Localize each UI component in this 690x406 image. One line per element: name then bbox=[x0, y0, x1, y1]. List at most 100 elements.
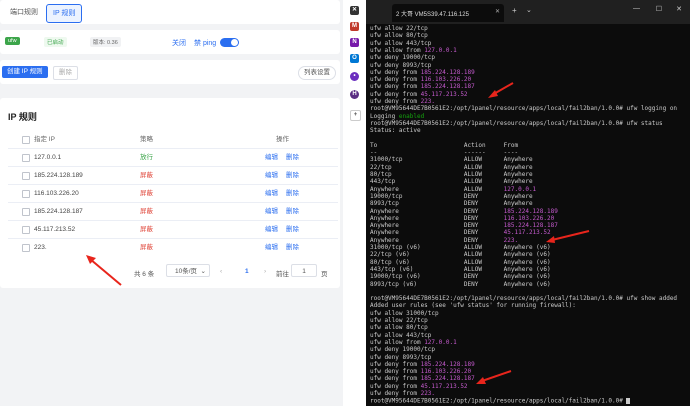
tab-dropdown-icon[interactable]: ⌄ bbox=[526, 6, 532, 14]
h-icon[interactable]: H bbox=[350, 90, 359, 99]
close-tab-icon[interactable]: ✕ bbox=[495, 8, 500, 15]
terminal-text: Anywhere DENY bbox=[370, 236, 504, 244]
page-size-select[interactable]: 10条/页 ⌄ bbox=[166, 264, 210, 277]
terminal-text: 443/tcp ALLOW Anywhere bbox=[370, 178, 533, 186]
terminal-text: Logging bbox=[370, 112, 399, 120]
add-icon[interactable]: + bbox=[350, 110, 361, 121]
terminal-text: 8993/tcp DENY Anywhere bbox=[370, 200, 533, 208]
annotation-arrow-left bbox=[86, 255, 122, 286]
cell-policy[interactable]: 屏蔽 bbox=[140, 239, 153, 257]
create-ip-rule-button[interactable]: 创建 IP 规则 bbox=[2, 66, 48, 78]
cell-policy[interactable]: 屏蔽 bbox=[140, 185, 153, 203]
x-icon[interactable]: ✕ bbox=[350, 6, 359, 15]
table-row: 116.103.226.20 屏蔽 编辑 删除 bbox=[8, 184, 338, 203]
edit-link[interactable]: 编辑 bbox=[265, 149, 278, 167]
annotation-arrow-terminal-1 bbox=[488, 82, 514, 98]
version-label: 版本: 0.36 bbox=[90, 37, 121, 47]
cell-policy[interactable]: 屏蔽 bbox=[140, 167, 153, 185]
cell-ip: 185.224.128.187 bbox=[34, 208, 83, 215]
cell-policy[interactable]: 放行 bbox=[140, 149, 153, 167]
delete-link[interactable]: 删除 bbox=[286, 221, 299, 239]
row-checkbox[interactable] bbox=[22, 154, 30, 162]
table-row: 223. 屏蔽 编辑 删除 bbox=[8, 238, 338, 257]
terminal-text: ufw deny from bbox=[370, 98, 421, 105]
new-tab-icon[interactable]: + bbox=[512, 6, 517, 15]
terminal-titlebar: 2 大哥 VM5S39.47.116.125 ✕ + ⌄ — ☐ ✕ bbox=[366, 0, 690, 24]
terminal-text: Anywhere DENY bbox=[370, 214, 504, 222]
cell-policy[interactable]: 屏蔽 bbox=[140, 203, 153, 221]
minimize-icon[interactable]: — bbox=[633, 5, 640, 12]
terminal-text: ufw deny from bbox=[370, 368, 421, 376]
goto-page-input[interactable]: 1 bbox=[291, 264, 317, 277]
edit-link[interactable]: 编辑 bbox=[265, 185, 278, 203]
row-checkbox[interactable] bbox=[22, 172, 30, 180]
list-settings-button[interactable]: 列表设置 bbox=[298, 66, 336, 80]
terminal-text: 185.224.128.187 bbox=[420, 83, 475, 91]
close-firewall-link[interactable]: 关闭 bbox=[172, 38, 186, 48]
maximize-icon[interactable]: ☐ bbox=[656, 5, 662, 13]
ufw-badge: ufw bbox=[5, 37, 20, 45]
header-actions: 操作 bbox=[276, 136, 289, 143]
terminal-line: root@VM95644DE7B0561E2:/opt/1panel/resou… bbox=[370, 398, 631, 405]
terminal-text: ufw allow from bbox=[370, 46, 425, 54]
edit-link[interactable]: 编辑 bbox=[265, 203, 278, 221]
prev-page-icon[interactable]: ‹ bbox=[220, 268, 222, 275]
next-page-icon[interactable]: › bbox=[264, 268, 266, 275]
cursor bbox=[626, 398, 631, 405]
annotation-arrow-terminal-2 bbox=[546, 230, 590, 243]
terminal-text: Anywhere DENY bbox=[370, 229, 504, 237]
current-page[interactable]: 1 bbox=[245, 268, 249, 275]
terminal-text: enabled bbox=[398, 112, 425, 120]
ping-toggle[interactable] bbox=[220, 38, 239, 47]
tab-port-rules[interactable]: 端口规则 bbox=[4, 4, 44, 21]
delete-link[interactable]: 删除 bbox=[286, 167, 299, 185]
delete-link[interactable]: 删除 bbox=[286, 203, 299, 221]
terminal-text: 185.224.128.187 bbox=[420, 375, 475, 383]
edit-link[interactable]: 编辑 bbox=[265, 167, 278, 185]
terminal-text: ufw deny 8993/tcp bbox=[370, 353, 432, 361]
terminal-text: root@VM95644DE7B0561E2:/opt/1panel/resou… bbox=[370, 119, 663, 127]
terminal-text: 19000/tcp DENY Anywhere bbox=[370, 192, 533, 200]
onenote-icon[interactable]: N bbox=[350, 38, 359, 47]
total-count: 共 6 条 bbox=[134, 271, 155, 278]
terminal-text: Anywhere DENY bbox=[370, 207, 504, 215]
terminal-text: 22/tcp (v6) ALLOW Anywhere (v6) bbox=[370, 251, 551, 259]
terminal-text: Added user rules (see 'ufw status' for r… bbox=[370, 302, 576, 310]
delete-link[interactable]: 删除 bbox=[286, 149, 299, 167]
terminal-tab[interactable]: 2 大哥 VM5S39.47.116.125 ✕ bbox=[392, 4, 504, 22]
terminal-text: ufw deny from bbox=[370, 68, 421, 76]
close-window-icon[interactable]: ✕ bbox=[676, 5, 682, 13]
delete-link[interactable]: 删除 bbox=[286, 185, 299, 203]
delete-button[interactable]: 删除 bbox=[53, 66, 78, 80]
terminal-text: Anywhere DENY bbox=[370, 222, 504, 230]
browser-sidebar: ✕ M N O • H + bbox=[343, 0, 367, 406]
terminal-text: 8993/tcp (v6) DENY Anywhere (v6) bbox=[370, 280, 551, 288]
terminal-text: ufw allow 80/tcp bbox=[370, 324, 428, 332]
edit-link[interactable]: 编辑 bbox=[265, 239, 278, 257]
cell-ip: 116.103.226.20 bbox=[34, 190, 79, 197]
dot-icon[interactable]: • bbox=[350, 72, 359, 81]
select-all-checkbox[interactable] bbox=[22, 136, 30, 144]
cell-policy[interactable]: 屏蔽 bbox=[140, 221, 153, 239]
terminal-text: To Action From bbox=[370, 141, 519, 149]
terminal-text: ufw allow 443/tcp bbox=[370, 39, 432, 47]
terminal-text: Status: active bbox=[370, 127, 421, 135]
row-checkbox[interactable] bbox=[22, 226, 30, 234]
terminal-text: ufw deny 19000/tcp bbox=[370, 54, 436, 62]
terminal-text: 116.103.226.20 bbox=[420, 368, 472, 376]
terminal-text: ufw allow 22/tcp bbox=[370, 25, 428, 32]
m-icon[interactable]: M bbox=[350, 22, 359, 31]
edit-link[interactable]: 编辑 bbox=[265, 221, 278, 239]
outlook-icon[interactable]: O bbox=[350, 54, 359, 63]
terminal-tab-title: 2 大哥 VM5S39.47.116.125 bbox=[396, 12, 469, 18]
row-checkbox[interactable] bbox=[22, 244, 30, 252]
delete-link[interactable]: 删除 bbox=[286, 239, 299, 257]
row-checkbox[interactable] bbox=[22, 190, 30, 198]
terminal-text: Anywhere ALLOW bbox=[370, 185, 504, 193]
terminal-text: root@VM95644DE7B0561E2:/opt/1panel/resou… bbox=[370, 295, 678, 303]
table-row: 185.224.128.189 屏蔽 编辑 删除 bbox=[8, 166, 338, 185]
table-row: 185.224.128.187 屏蔽 编辑 删除 bbox=[8, 202, 338, 221]
cell-ip: 223. bbox=[34, 244, 47, 251]
row-checkbox[interactable] bbox=[22, 208, 30, 216]
tab-ip-rules[interactable]: IP 规则 bbox=[46, 4, 83, 23]
